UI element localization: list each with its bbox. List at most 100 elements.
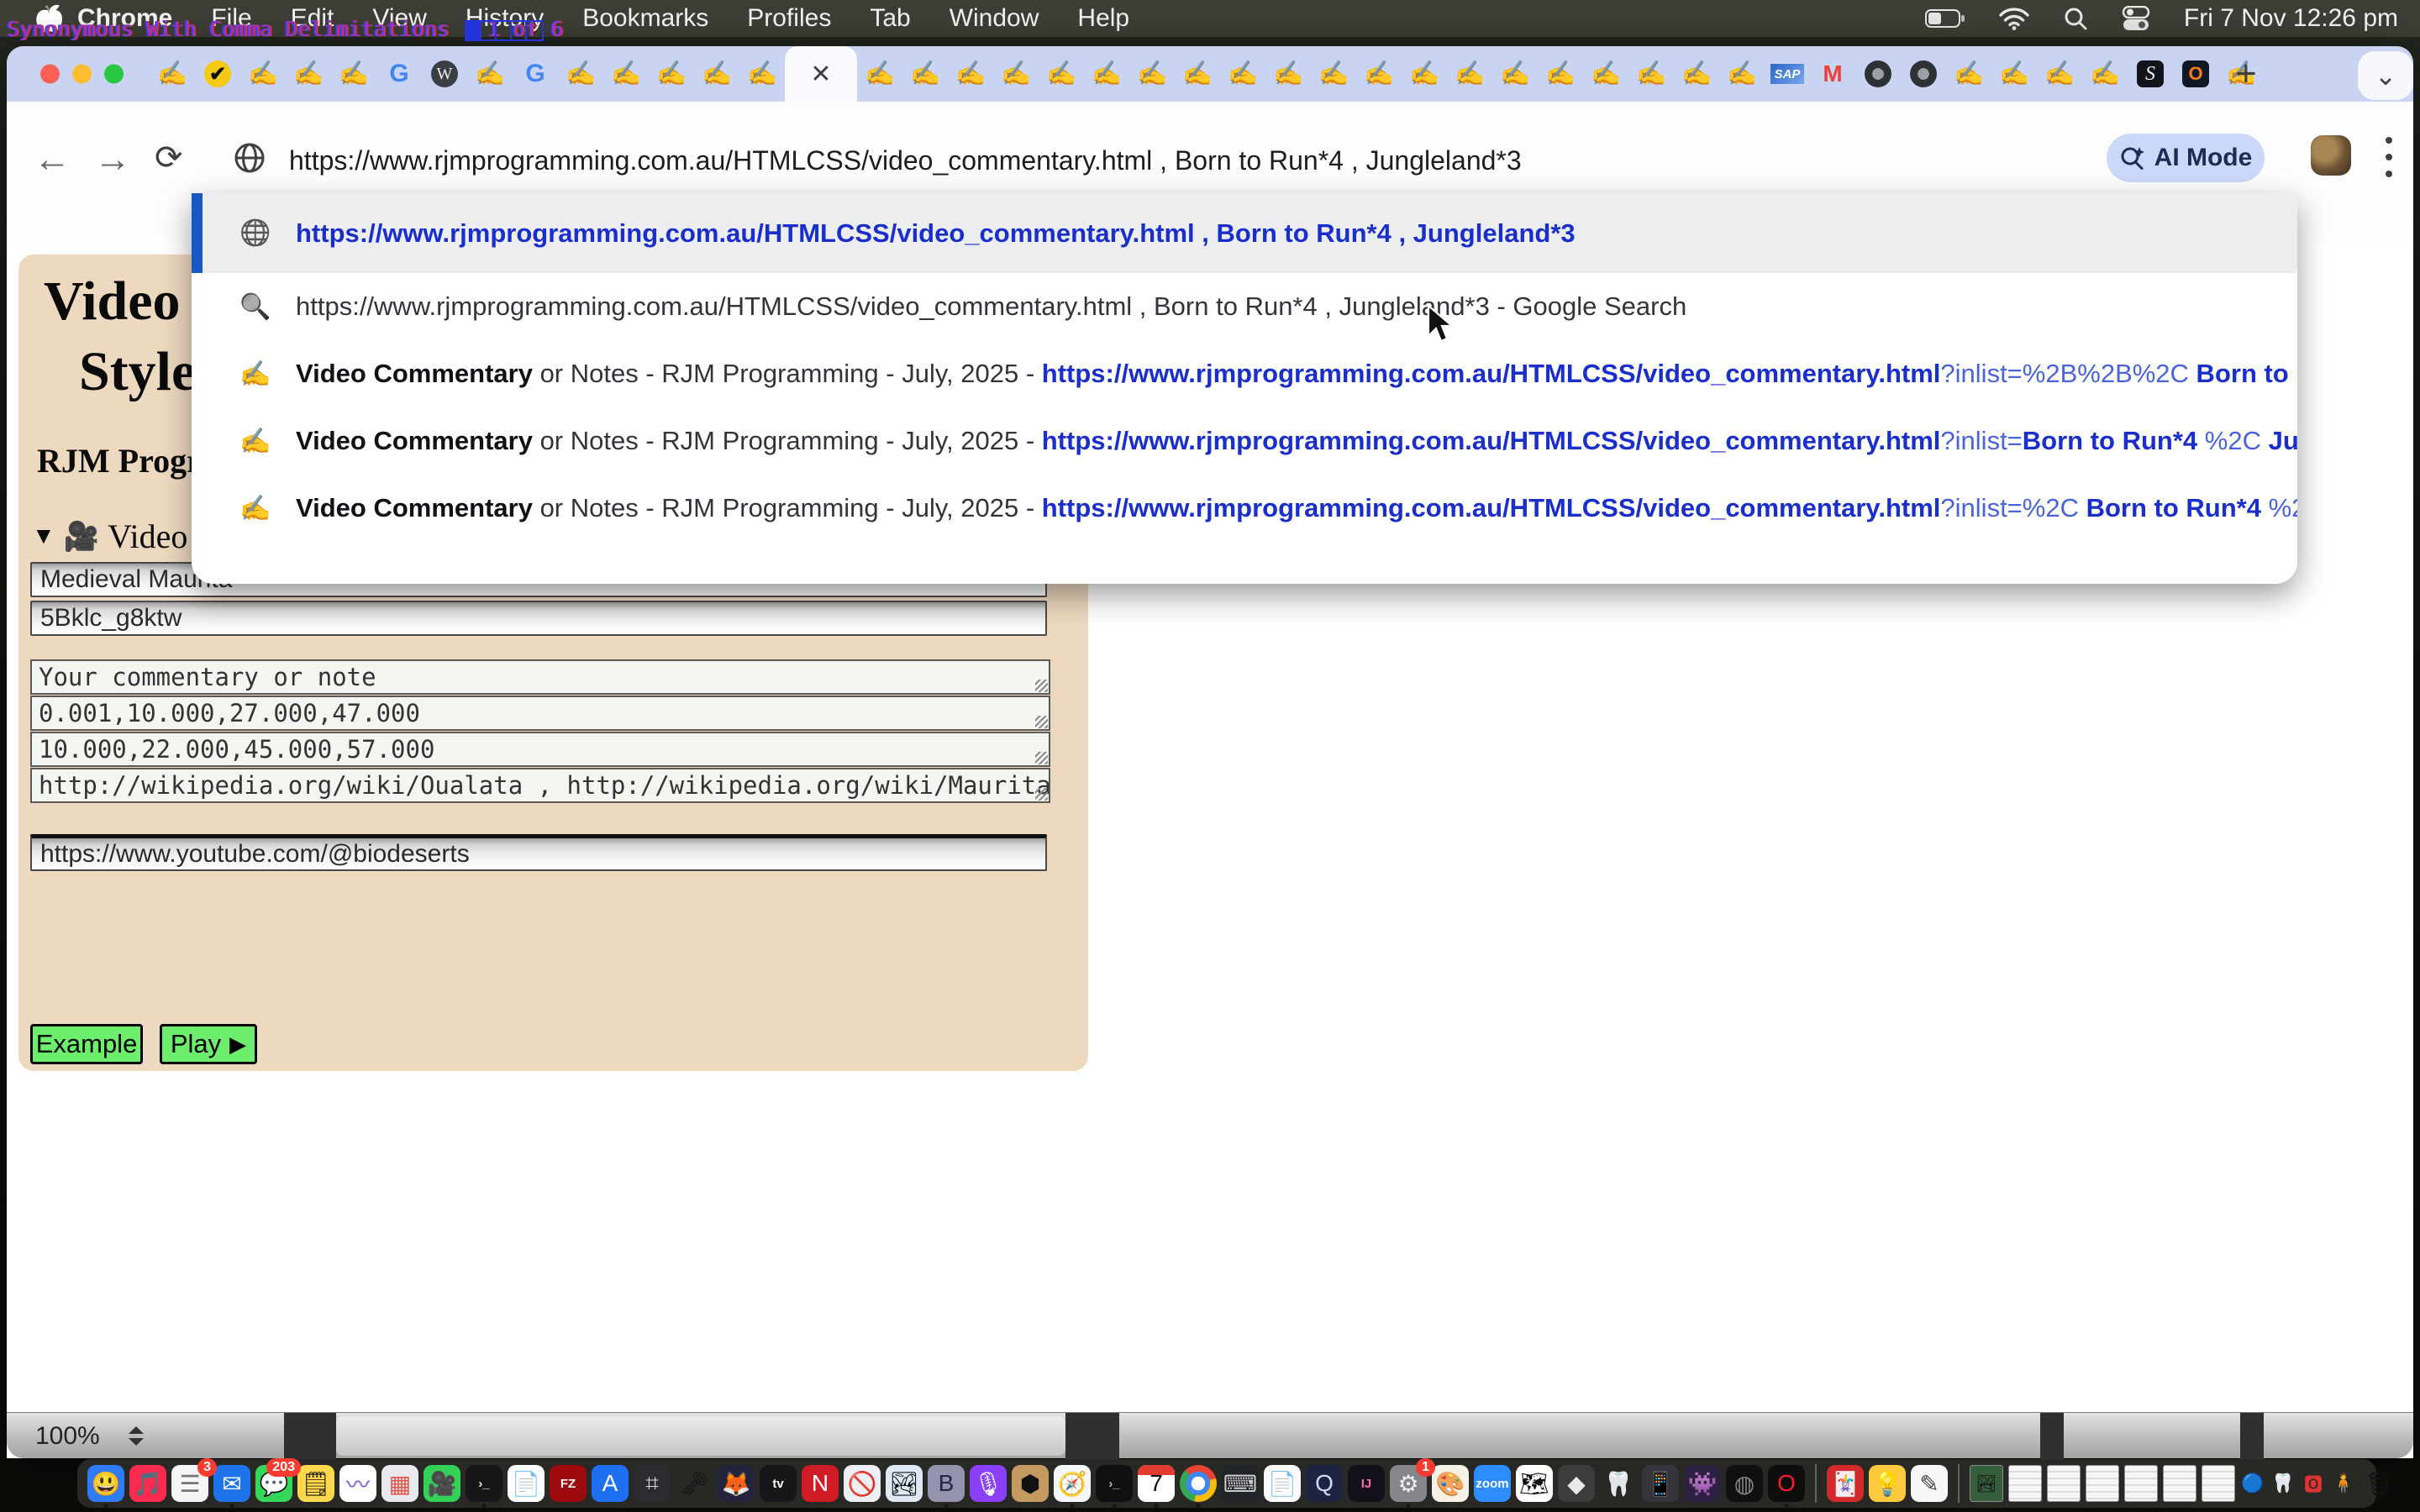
pinned-tab-pencil[interactable]: ✍️ — [2037, 46, 2082, 102]
pinned-tab-pencil[interactable]: ✍️ — [286, 46, 331, 102]
dock-item-inkscape[interactable]: ◆ — [1558, 1465, 1595, 1502]
pinned-tab-pencil[interactable]: ✍️ — [1628, 46, 1674, 102]
pinned-tab-o-app[interactable]: O — [2173, 46, 2218, 102]
dock-item-messages[interactable]: 💬203 — [255, 1465, 292, 1502]
pinned-tab-check[interactable]: ✔ — [195, 46, 240, 102]
example-button[interactable]: Example — [30, 1024, 143, 1064]
omnibox-suggestion[interactable]: 🔍https://www.rjmprogramming.com.au/HTMLC… — [192, 273, 2297, 340]
dock-item-terminal[interactable]: ›_ — [466, 1465, 502, 1502]
dock-item-mail[interactable]: ✉ — [213, 1465, 250, 1502]
menu-item-bookmarks[interactable]: Bookmarks — [563, 4, 728, 33]
close-tab-icon[interactable]: ✕ — [810, 60, 831, 89]
pinned-tab-google[interactable]: G — [376, 46, 422, 102]
dock-item-textedit[interactable]: 📄 — [508, 1465, 544, 1502]
zoom-control[interactable]: 100% — [7, 1413, 144, 1459]
dock-item-minimized-window[interactable] — [2086, 1465, 2119, 1502]
dock-item-firefox[interactable]: 🦊 — [718, 1465, 755, 1502]
video-id-input[interactable] — [30, 601, 1047, 636]
pinned-tab-pencil[interactable]: ✍️ — [902, 46, 948, 102]
pinned-tab-sap[interactable]: SAP — [1765, 46, 1810, 102]
dock-item-prohibited[interactable]: 🚫 — [844, 1465, 881, 1502]
dock-item-minimized-photo[interactable]: 🏞 — [1970, 1465, 2003, 1502]
dock-item-bbedit[interactable]: B — [928, 1465, 965, 1502]
close-window-button[interactable] — [40, 65, 60, 84]
channel-url-input[interactable] — [30, 834, 1047, 871]
menu-clock[interactable]: Fri 7 Nov 12:26 pm — [2184, 4, 2398, 33]
dock-item-purple-app[interactable]: 👾 — [1684, 1465, 1721, 1502]
pinned-tab-pencil[interactable]: ✍️ — [993, 46, 1039, 102]
pinned-tab-s-app[interactable]: S — [2128, 46, 2173, 102]
zoom-stepper-icon[interactable] — [129, 1426, 144, 1446]
dock-item-apple-tv[interactable]: tv — [760, 1465, 797, 1502]
dock-item-minimized-window[interactable] — [2008, 1465, 2042, 1502]
pinned-tab-pencil[interactable]: ✍️ — [1492, 46, 1538, 102]
dock-item-dark-disc[interactable]: ◍ — [1726, 1465, 1763, 1502]
ai-mode-button[interactable]: AI Mode — [2107, 134, 2265, 182]
dock-item-mini-blue-app[interactable]: 🔵 — [2240, 1471, 2265, 1496]
links-textarea[interactable]: http://wikipedia.org/wiki/Oualata , http… — [30, 768, 1050, 803]
pinned-tab-pencil[interactable]: ✍️ — [1946, 46, 1991, 102]
dock-item-finder[interactable]: 😃 — [87, 1465, 124, 1502]
back-button[interactable]: ← — [34, 139, 71, 181]
dock-item-keychain[interactable]: 🗝 — [676, 1465, 713, 1502]
pinned-tab-chrome-dark[interactable] — [1901, 46, 1946, 102]
pinned-tab-pencil[interactable]: ✍️ — [1265, 46, 1311, 102]
omnibox-suggestion[interactable]: ✍️Video Commentary or Notes - RJM Progra… — [192, 407, 2297, 475]
profile-avatar[interactable] — [2311, 135, 2351, 176]
wifi-icon[interactable] — [1999, 7, 2029, 30]
pinned-tab-pencil[interactable]: ✍️ — [1129, 46, 1175, 102]
dock-item-photos-app[interactable]: 🏞 — [886, 1465, 923, 1502]
dock-item-bronze-app[interactable]: ⬢ — [1012, 1465, 1049, 1502]
pinned-tab-pencil[interactable]: ✍️ — [1538, 46, 1583, 102]
pinned-tab-pencil[interactable]: ✍️ — [331, 46, 376, 102]
dock-item-wave-app[interactable]: 〰 — [339, 1465, 376, 1502]
dock-item-calendar[interactable]: 7 — [1138, 1465, 1175, 1502]
pinned-tab-pencil[interactable]: ✍️ — [1447, 46, 1492, 102]
dock-item-app-store[interactable]: A — [592, 1465, 629, 1502]
pinned-tab-pencil[interactable]: ✍️ — [1991, 46, 2037, 102]
dock-item-zoom[interactable]: zoom — [1474, 1465, 1511, 1502]
dock-item-minimized-window[interactable] — [2047, 1465, 2081, 1502]
dock-item-netflix[interactable]: N — [802, 1465, 839, 1502]
pinned-tab-pencil[interactable]: ✍️ — [467, 46, 513, 102]
menu-item-tab[interactable]: Tab — [850, 4, 929, 33]
pinned-tab-pencil[interactable]: ✍️ — [1583, 46, 1628, 102]
dock-item-calculator[interactable]: ⌗ — [634, 1465, 671, 1502]
dock-item-reminders[interactable]: ☰3 — [171, 1465, 208, 1502]
dock-item-terminal-2[interactable]: ›_ — [1096, 1465, 1133, 1502]
pinned-tab-pencil[interactable]: ✍️ — [603, 46, 649, 102]
dock-item-card-game[interactable]: 🃏 — [1827, 1465, 1864, 1502]
dock-item-opera[interactable]: O — [1768, 1465, 1805, 1502]
dock-item-chrome[interactable] — [1180, 1465, 1217, 1502]
dock-item-minimized-window[interactable] — [2202, 1465, 2235, 1502]
dock-item-mini-figure[interactable]: 🧍 — [2331, 1471, 2356, 1496]
pinned-tab-pencil[interactable]: ✍️ — [649, 46, 694, 102]
pinned-tab-chrome-dark[interactable] — [1855, 46, 1901, 102]
active-tab[interactable]: ✕ — [785, 46, 857, 102]
pinned-tab-pencil[interactable]: ✍️ — [2082, 46, 2128, 102]
pinned-tab-pencil[interactable]: ✍️ — [1311, 46, 1356, 102]
pinned-tab-pencil[interactable]: ✍️ — [558, 46, 603, 102]
pinned-tab-pencil[interactable]: ✍️ — [1084, 46, 1129, 102]
dock-item-intellij[interactable]: IJ — [1348, 1465, 1385, 1502]
play-button[interactable]: Play ▶ — [160, 1024, 257, 1064]
menu-item-profiles[interactable]: Profiles — [728, 4, 850, 33]
dock-item-filezilla[interactable]: FZ — [550, 1465, 587, 1502]
pinned-tab-pencil[interactable]: ✍️ — [857, 46, 902, 102]
pinned-tab-pencil[interactable]: ✍️ — [1220, 46, 1265, 102]
dock-item-minimized-window[interactable] — [2163, 1465, 2196, 1502]
dock-item-minimized-window[interactable] — [2124, 1465, 2158, 1502]
dock-item-document[interactable]: 📄 — [1264, 1465, 1301, 1502]
dock-item-settings[interactable]: ⚙1 — [1390, 1465, 1427, 1502]
browser-menu-icon[interactable] — [2385, 137, 2393, 177]
omnibox-suggestion[interactable]: ✍️Video Commentary or Notes - RJM Progra… — [192, 340, 2297, 407]
new-tab-button[interactable]: + — [2235, 53, 2257, 95]
pinned-tab-pencil[interactable]: ✍️ — [1175, 46, 1220, 102]
dock-item-safari[interactable]: 🧭 — [1054, 1465, 1091, 1502]
tab-search-button[interactable]: ⌄ — [2358, 51, 2413, 100]
dock-item-launchpad[interactable]: ▦ — [381, 1465, 418, 1502]
omnibox-url-input[interactable]: https://www.rjmprogramming.com.au/HTMLCS… — [289, 145, 1522, 176]
dock-item-iphone-mirroring[interactable]: 📱 — [1642, 1465, 1679, 1502]
pinned-tab-pencil[interactable]: ✍️ — [1356, 46, 1402, 102]
pinned-tab-pencil[interactable]: ✍️ — [1402, 46, 1447, 102]
